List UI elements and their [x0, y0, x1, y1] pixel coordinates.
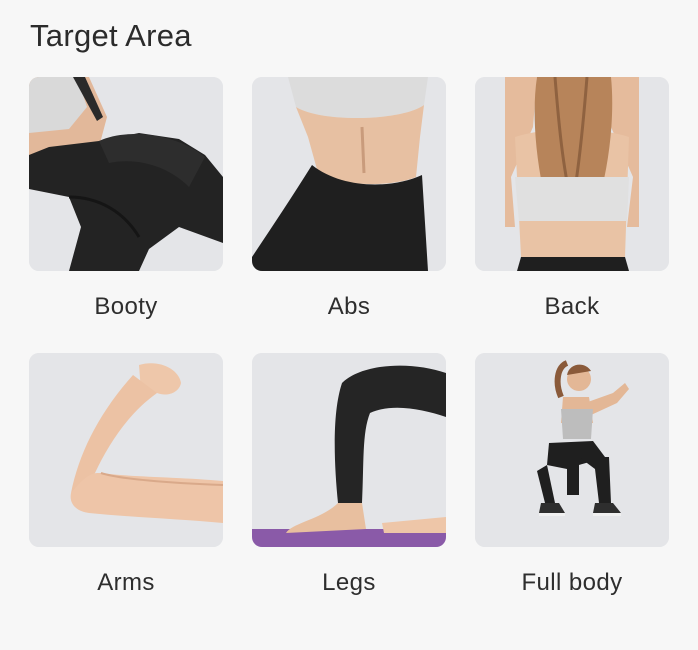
- abs-photo-icon: [252, 77, 446, 271]
- target-label-back: Back: [544, 293, 600, 320]
- target-card-arms[interactable]: Arms: [29, 353, 223, 599]
- target-card-back[interactable]: Back: [475, 77, 669, 323]
- legs-photo-icon: [252, 353, 446, 547]
- target-card-abs[interactable]: Abs: [252, 77, 446, 323]
- full-body-photo-icon: [475, 353, 669, 547]
- page-title: Target Area: [30, 18, 192, 53]
- booty-photo-icon: [29, 77, 223, 271]
- full-body-image: [475, 353, 669, 547]
- abs-image: [252, 77, 446, 271]
- back-image: [475, 77, 669, 271]
- target-label-legs: Legs: [322, 569, 376, 596]
- arms-image: [29, 353, 223, 547]
- target-label-arms: Arms: [97, 569, 155, 596]
- legs-image: [252, 353, 446, 547]
- target-label-abs: Abs: [327, 293, 371, 320]
- back-photo-icon: [475, 77, 669, 271]
- target-label-booty: Booty: [94, 293, 158, 320]
- booty-image: [29, 77, 223, 271]
- target-card-booty[interactable]: Booty: [29, 77, 223, 323]
- target-card-full-body[interactable]: Full body: [475, 353, 669, 599]
- arms-photo-icon: [29, 353, 223, 547]
- target-card-legs[interactable]: Legs: [252, 353, 446, 599]
- target-label-full-body: Full body: [521, 569, 623, 596]
